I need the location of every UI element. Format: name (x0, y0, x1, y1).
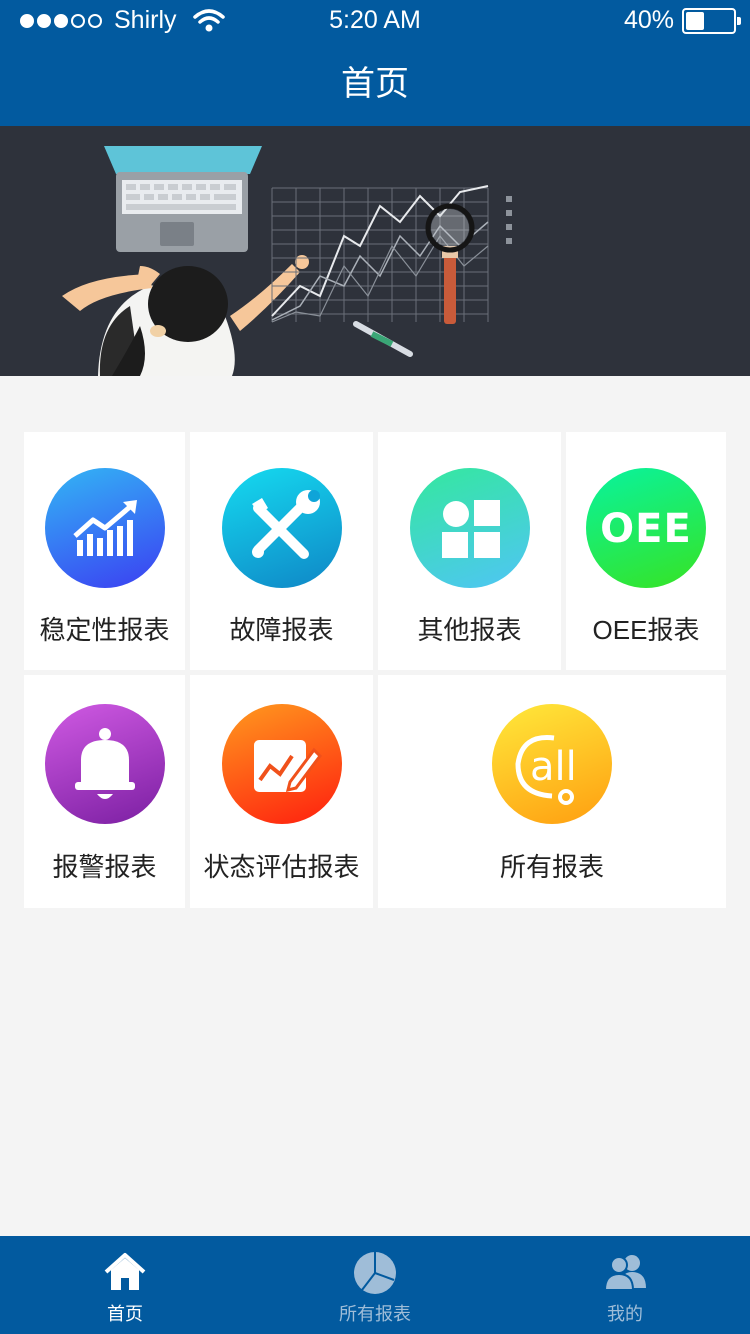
data-analysis-illustration (62, 146, 512, 376)
report-tile-all[interactable]: all 所有报表 (378, 675, 726, 908)
report-tile-oee[interactable]: OEE OEE报表 (566, 432, 726, 670)
report-tile-stability[interactable]: 稳定性报表 (24, 432, 185, 670)
battery-icon (682, 7, 741, 34)
battery-indicator: 40% (623, 6, 741, 35)
home-icon (104, 1253, 146, 1290)
oee-icon: OEE (586, 468, 706, 588)
bell-icon (45, 704, 165, 824)
page-title: 首页 (341, 65, 409, 103)
apps-grid-icon (410, 468, 530, 588)
tab-mine-label: 我的 (607, 1304, 643, 1324)
report-tile-label: 状态评估报表 (203, 852, 360, 882)
banner-image (0, 126, 750, 376)
tab-all-reports-label: 所有报表 (339, 1304, 411, 1324)
report-tile-fault[interactable]: 故障报表 (190, 432, 373, 670)
trend-chart-icon (45, 468, 165, 588)
report-tile-other[interactable]: 其他报表 (378, 432, 561, 670)
report-tile-label: 报警报表 (52, 852, 157, 882)
report-tile-label: OEE报表 (592, 615, 700, 645)
report-tile-status-assessment[interactable]: 状态评估报表 (190, 675, 373, 908)
call-all-icon-text: all (530, 744, 577, 790)
tools-icon (222, 468, 342, 588)
assessment-icon (222, 704, 342, 824)
tab-home-label: 首页 (107, 1304, 143, 1324)
report-tile-label: 其他报表 (417, 615, 522, 645)
report-tile-label: 稳定性报表 (39, 615, 170, 645)
call-all-icon: all (492, 704, 612, 824)
report-grid: 稳定性报表 故障报表 其他报表 OEE OEE报表 报警报表 状态评估报表 all… (24, 432, 726, 908)
report-tile-label: 所有报表 (499, 852, 604, 882)
bottom-tab-bar: 首页 所有报表 我的 (0, 1236, 750, 1334)
report-tile-alarm[interactable]: 报警报表 (24, 675, 185, 908)
pie-chart-icon (354, 1252, 396, 1294)
oee-icon-text: OEE (600, 506, 692, 552)
report-tile-label: 故障报表 (229, 615, 334, 645)
battery-percent: 40% (623, 6, 674, 34)
tab-all-reports[interactable]: 所有报表 (250, 1236, 500, 1334)
tab-home[interactable]: 首页 (0, 1236, 250, 1334)
top-bar: Shirly 5:20 AM 40% 首页 (0, 0, 750, 126)
status-bar: Shirly 5:20 AM 40% (0, 0, 750, 40)
users-icon (603, 1255, 646, 1291)
tab-mine[interactable]: 我的 (500, 1236, 750, 1334)
